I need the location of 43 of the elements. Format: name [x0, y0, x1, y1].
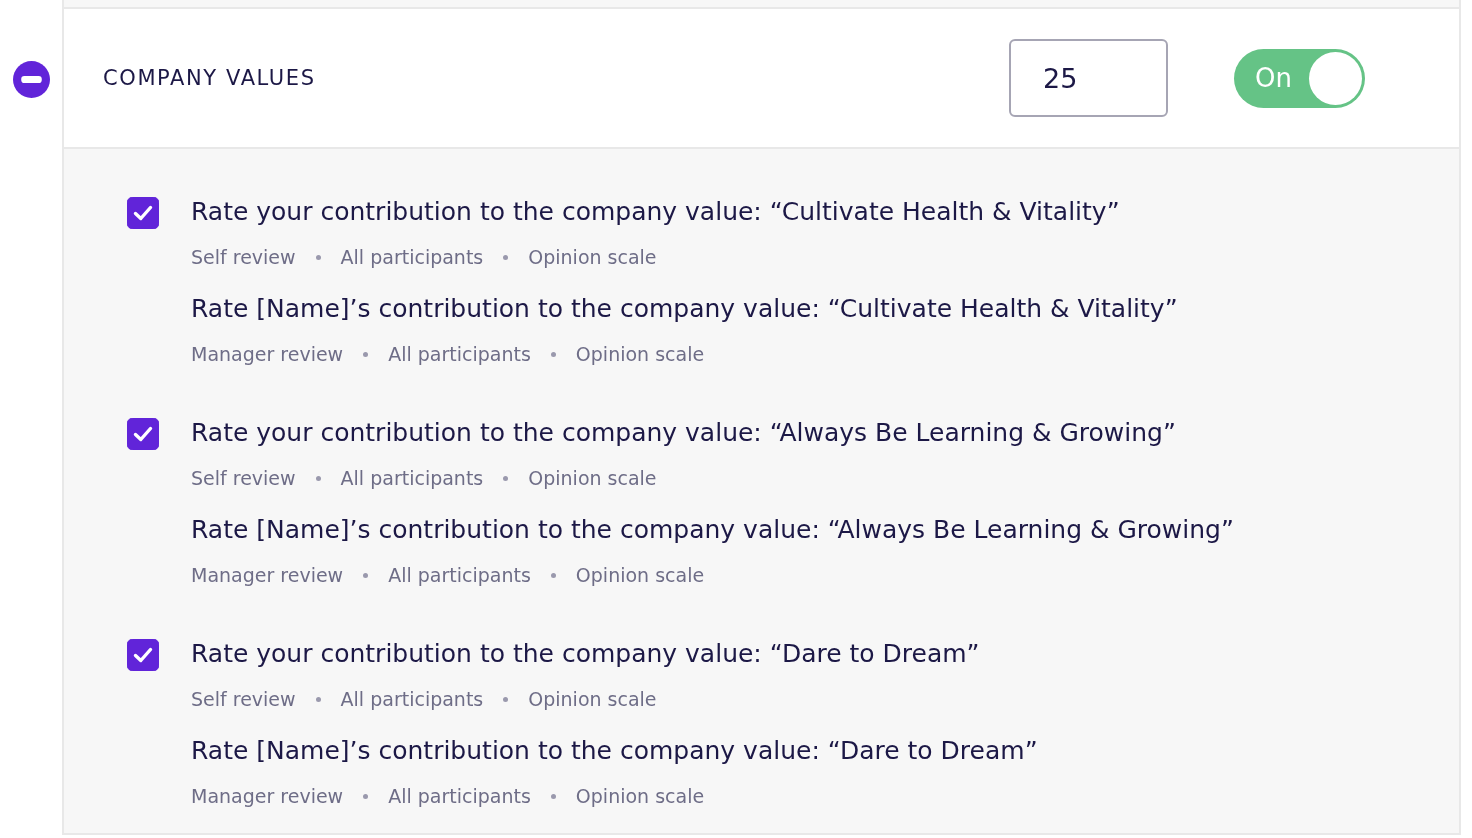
- dot-icon: [503, 475, 509, 481]
- meta-label: Self review: [191, 245, 296, 269]
- checkbox[interactable]: [127, 418, 159, 450]
- dot-icon: [550, 351, 556, 357]
- collapse-icon[interactable]: [12, 60, 50, 98]
- meta-label: Opinion scale: [528, 687, 657, 711]
- meta-label: Manager review: [191, 342, 344, 366]
- meta-label: All participants: [340, 687, 484, 711]
- dot-icon: [363, 351, 369, 357]
- dot-icon: [503, 254, 509, 260]
- meta-label: All participants: [340, 466, 484, 490]
- question-text: Rate your contribution to the company value: “Dare to Dream”: [191, 638, 981, 670]
- dot-icon: [550, 793, 556, 799]
- meta-label: Manager review: [191, 784, 344, 808]
- dot-icon: [315, 696, 321, 702]
- meta-label: Opinion scale: [575, 784, 705, 808]
- dot-icon: [315, 254, 321, 260]
- meta-label: Opinion scale: [528, 245, 657, 269]
- dot-icon: [550, 572, 556, 578]
- meta-label: Self review: [191, 687, 296, 711]
- question-text: Rate your contribution to the company value: “Always Be Learning & Growing”: [191, 417, 1177, 449]
- meta-label: All participants: [388, 342, 531, 366]
- meta-label: Opinion scale: [575, 563, 705, 587]
- question-text: Rate [Name]’s contribution to the company value: “Dare to Dream”: [191, 735, 1038, 767]
- meta-label: Opinion scale: [575, 342, 705, 366]
- dot-icon: [503, 696, 509, 702]
- toggle-handle[interactable]: [1309, 51, 1362, 105]
- dot-icon: [363, 572, 369, 578]
- section-title: COMPANY VALUES: [103, 66, 317, 90]
- meta-label: All participants: [388, 563, 531, 587]
- checkbox[interactable]: [127, 197, 159, 229]
- dot-icon: [363, 793, 369, 799]
- meta-label: Self review: [191, 466, 296, 490]
- dot-icon: [315, 475, 321, 481]
- meta-label: Opinion scale: [528, 466, 657, 490]
- checkbox[interactable]: [127, 639, 159, 671]
- meta-label: All participants: [340, 245, 484, 269]
- question-text: Rate your contribution to the company value: “Cultivate Health & Vitality”: [191, 196, 1121, 228]
- meta-label: All participants: [388, 784, 531, 808]
- question-text: Rate [Name]’s contribution to the company value: “Cultivate Health & Vitality”: [191, 293, 1178, 325]
- question-text: Rate [Name]’s contribution to the company value: “Always Be Learning & Growing”: [191, 514, 1234, 546]
- weight-input[interactable]: 25: [1009, 39, 1168, 117]
- meta-label: Manager review: [191, 563, 344, 587]
